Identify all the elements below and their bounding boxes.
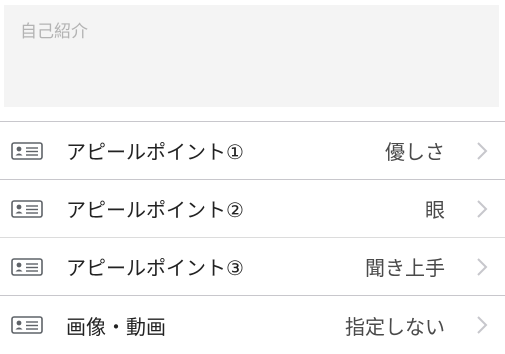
row-label: アピールポイント②: [66, 198, 244, 222]
appeal-points-list: アピールポイント① 優しさ アピールポイント② 眼 アピールポイント③ 聞き上手…: [0, 121, 505, 354]
profile-card-icon: [11, 257, 43, 276]
chevron-right-icon: [477, 199, 488, 218]
profile-card-icon: [11, 199, 43, 218]
row-value: 指定しない: [345, 314, 445, 339]
profile-card-icon: [11, 316, 43, 334]
chevron-right-icon: [477, 141, 488, 160]
row-value: 優しさ: [385, 140, 445, 164]
list-row-appeal-point-3[interactable]: アピールポイント③ 聞き上手: [0, 238, 505, 296]
row-label: アピールポイント①: [66, 140, 244, 164]
row-value: 聞き上手: [365, 256, 445, 280]
chevron-right-icon: [477, 257, 488, 276]
list-row-images-videos[interactable]: 画像・動画 指定しない: [0, 296, 505, 354]
self-intro-textarea[interactable]: 自己紹介: [4, 5, 499, 107]
row-value: 眼: [425, 198, 445, 222]
list-row-appeal-point-2[interactable]: アピールポイント② 眼: [0, 180, 505, 238]
profile-card-icon: [11, 141, 43, 160]
row-label: アピールポイント③: [66, 256, 244, 280]
chevron-right-icon: [477, 316, 488, 334]
self-intro-placeholder: 自己紹介: [20, 22, 88, 42]
row-label: 画像・動画: [66, 314, 166, 339]
list-row-appeal-point-1[interactable]: アピールポイント① 優しさ: [0, 122, 505, 180]
